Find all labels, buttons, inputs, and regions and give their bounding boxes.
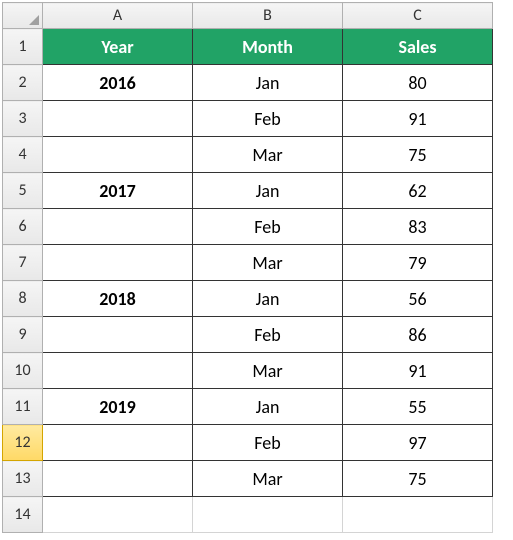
cell-c7[interactable]: 79 xyxy=(343,245,493,281)
cell-a6[interactable] xyxy=(43,209,193,245)
cell-c3[interactable]: 91 xyxy=(343,101,493,137)
cell-a14[interactable] xyxy=(43,497,193,533)
select-all-corner[interactable] xyxy=(3,3,43,29)
row-header-7[interactable]: 7 xyxy=(3,245,43,281)
cell-a4[interactable] xyxy=(43,137,193,173)
cell-c12[interactable]: 97 xyxy=(343,425,493,461)
spreadsheet-grid[interactable]: A B C 1 Year Month Sales 2 2016 Jan 80 3… xyxy=(2,2,493,533)
cell-b13[interactable]: Mar xyxy=(193,461,343,497)
cell-a1[interactable]: Year xyxy=(43,29,193,65)
row-header-9[interactable]: 9 xyxy=(3,317,43,353)
cell-c6[interactable]: 83 xyxy=(343,209,493,245)
row-header-6[interactable]: 6 xyxy=(3,209,43,245)
cell-c13[interactable]: 75 xyxy=(343,461,493,497)
cell-c9[interactable]: 86 xyxy=(343,317,493,353)
cell-a12[interactable] xyxy=(43,425,193,461)
cell-b2[interactable]: Jan xyxy=(193,65,343,101)
row-header-4[interactable]: 4 xyxy=(3,137,43,173)
cell-a11[interactable]: 2019 xyxy=(43,389,193,425)
row-header-10[interactable]: 10 xyxy=(3,353,43,389)
cell-a10[interactable] xyxy=(43,353,193,389)
cell-a9[interactable] xyxy=(43,317,193,353)
cell-a13[interactable] xyxy=(43,461,193,497)
cell-b4[interactable]: Mar xyxy=(193,137,343,173)
cell-c11[interactable]: 55 xyxy=(343,389,493,425)
row-header-14[interactable]: 14 xyxy=(3,497,43,533)
row-header-3[interactable]: 3 xyxy=(3,101,43,137)
cell-a8[interactable]: 2018 xyxy=(43,281,193,317)
cell-a7[interactable] xyxy=(43,245,193,281)
cell-b8[interactable]: Jan xyxy=(193,281,343,317)
cell-c8[interactable]: 56 xyxy=(343,281,493,317)
cell-b6[interactable]: Feb xyxy=(193,209,343,245)
row-header-13[interactable]: 13 xyxy=(3,461,43,497)
cell-b14[interactable] xyxy=(193,497,343,533)
column-header-a[interactable]: A xyxy=(43,3,193,29)
column-header-c[interactable]: C xyxy=(343,3,493,29)
cell-b9[interactable]: Feb xyxy=(193,317,343,353)
cell-c2[interactable]: 80 xyxy=(343,65,493,101)
row-header-5[interactable]: 5 xyxy=(3,173,43,209)
cell-c5[interactable]: 62 xyxy=(343,173,493,209)
cell-b7[interactable]: Mar xyxy=(193,245,343,281)
cell-b10[interactable]: Mar xyxy=(193,353,343,389)
cell-b12[interactable]: Feb xyxy=(193,425,343,461)
row-header-2[interactable]: 2 xyxy=(3,65,43,101)
cell-c10[interactable]: 91 xyxy=(343,353,493,389)
row-header-1[interactable]: 1 xyxy=(3,29,43,65)
cell-a5[interactable]: 2017 xyxy=(43,173,193,209)
column-header-b[interactable]: B xyxy=(193,3,343,29)
cell-b1[interactable]: Month xyxy=(193,29,343,65)
row-header-8[interactable]: 8 xyxy=(3,281,43,317)
cell-c1[interactable]: Sales xyxy=(343,29,493,65)
cell-c14[interactable] xyxy=(343,497,493,533)
cell-b3[interactable]: Feb xyxy=(193,101,343,137)
cell-b5[interactable]: Jan xyxy=(193,173,343,209)
cell-a2[interactable]: 2016 xyxy=(43,65,193,101)
cell-b11[interactable]: Jan xyxy=(193,389,343,425)
cell-a3[interactable] xyxy=(43,101,193,137)
row-header-12[interactable]: 12 xyxy=(3,425,43,461)
row-header-11[interactable]: 11 xyxy=(3,389,43,425)
cell-c4[interactable]: 75 xyxy=(343,137,493,173)
